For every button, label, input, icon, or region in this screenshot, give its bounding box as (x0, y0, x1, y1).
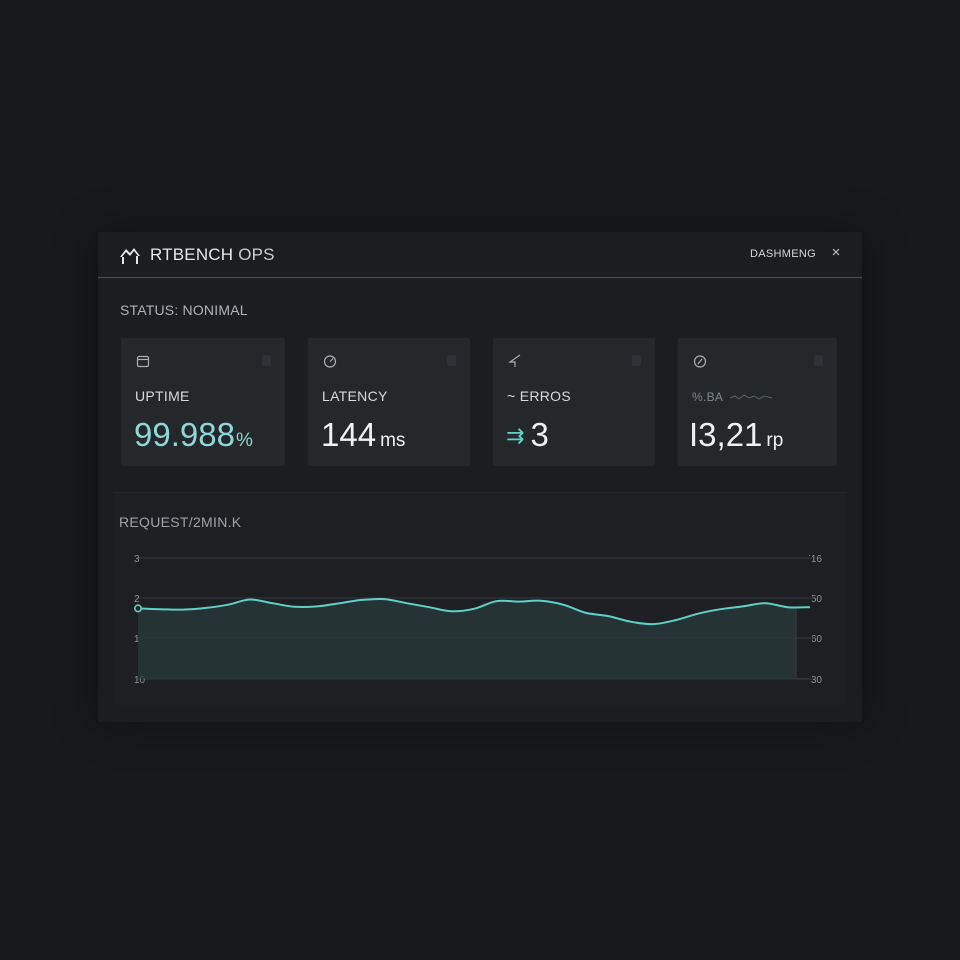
right-tick-label: 60 (811, 634, 823, 645)
area-edge (796, 556, 812, 678)
request-chart: 32110!16506030 (133, 554, 823, 686)
left-tick-label: 3 (134, 554, 140, 565)
dashboard-window: RTBENCH OPS DASHMENG × STATUS: NONIMAL U… (98, 232, 862, 722)
right-tick-label: 30 (811, 675, 823, 686)
left-tick-label: 2 (134, 594, 140, 605)
right-tick-label: 50 (811, 594, 823, 605)
series-start-point[interactable] (133, 604, 142, 613)
